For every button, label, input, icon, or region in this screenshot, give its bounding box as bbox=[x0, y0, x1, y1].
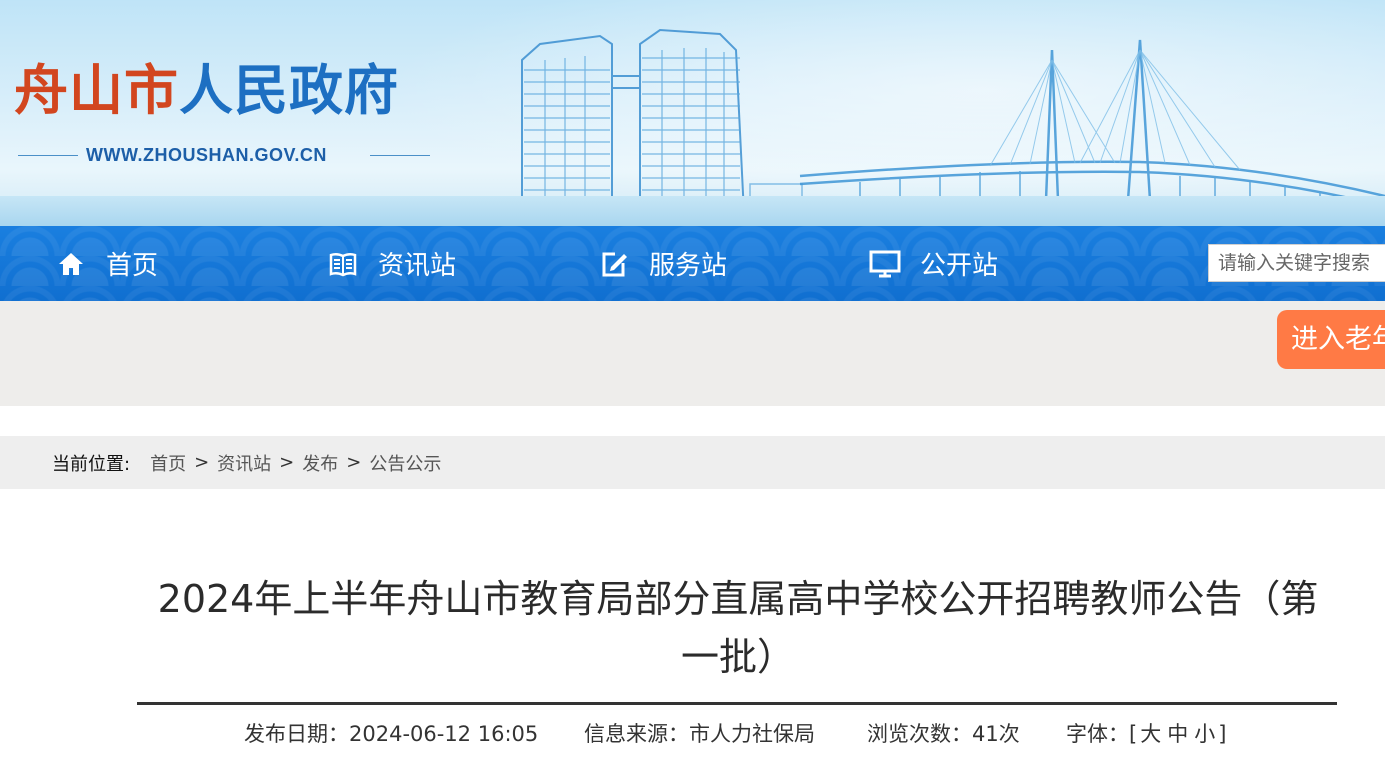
elder-mode-button[interactable]: 进入老年 bbox=[1277, 310, 1385, 369]
search-input[interactable] bbox=[1208, 244, 1385, 282]
nav-label-public: 公开站 bbox=[920, 251, 999, 281]
breadcrumb-label: 当前位置: bbox=[52, 453, 131, 475]
title-divider bbox=[137, 702, 1337, 705]
info-source: 信息来源：市人力社保局 bbox=[584, 718, 815, 748]
publish-date-value: 2024-06-12 16:05 bbox=[349, 722, 539, 746]
font-size-control: 字体：[大中小] bbox=[1066, 718, 1226, 748]
nav-item-home[interactable]: 首页 bbox=[54, 226, 158, 301]
monitor-icon bbox=[868, 247, 902, 281]
font-bracket-open: [ bbox=[1129, 722, 1138, 746]
view-count: 浏览次数：41次 bbox=[867, 718, 1020, 748]
font-small-button[interactable]: 小 bbox=[1194, 722, 1215, 746]
nav-label-news: 资讯站 bbox=[378, 251, 457, 281]
site-title: 舟山市人民政府 bbox=[14, 64, 399, 118]
font-size-label: 字体： bbox=[1066, 722, 1129, 746]
breadcrumb-announcements[interactable]: 公告公示 bbox=[369, 450, 441, 476]
publish-date-label: 发布日期： bbox=[244, 722, 349, 746]
banner-water bbox=[0, 196, 1385, 226]
breadcrumb-home[interactable]: 首页 bbox=[150, 450, 186, 476]
nav-item-service[interactable]: 服务站 bbox=[597, 226, 727, 301]
nav-label-home: 首页 bbox=[106, 251, 159, 281]
font-bracket-close: ] bbox=[1218, 722, 1227, 746]
source-value: 市人力社保局 bbox=[689, 722, 815, 746]
font-large-button[interactable]: 大 bbox=[1140, 722, 1161, 746]
breadcrumb-separator: > bbox=[279, 452, 295, 473]
site-title-red: 舟山市 bbox=[14, 59, 179, 122]
breadcrumb-publish[interactable]: 发布 bbox=[302, 450, 338, 476]
site-url: WWW.ZHOUSHAN.GOV.CN bbox=[86, 145, 327, 165]
breadcrumb-news[interactable]: 资讯站 bbox=[217, 450, 271, 476]
home-icon bbox=[54, 247, 88, 281]
article-meta: 发布日期：2024-06-12 16:05 信息来源：市人力社保局 浏览次数：4… bbox=[0, 718, 1385, 754]
breadcrumb: 当前位置: 首页 > 资讯站 > 发布 > 公告公示 bbox=[0, 436, 1385, 489]
main-nav: 首页 资讯站 服务站 公开站 bbox=[0, 226, 1385, 301]
breadcrumb-separator: > bbox=[194, 452, 210, 473]
breadcrumb-separator: > bbox=[346, 452, 362, 473]
publish-date: 发布日期：2024-06-12 16:05 bbox=[244, 718, 538, 748]
notice-band bbox=[0, 301, 1385, 406]
site-title-blue: 人民政府 bbox=[179, 59, 399, 122]
edit-icon bbox=[597, 247, 631, 281]
nav-label-service: 服务站 bbox=[649, 251, 728, 281]
source-label: 信息来源： bbox=[584, 722, 689, 746]
nav-item-news[interactable]: 资讯站 bbox=[326, 226, 456, 301]
font-medium-button[interactable]: 中 bbox=[1167, 722, 1188, 746]
nav-item-public[interactable]: 公开站 bbox=[868, 226, 998, 301]
header-banner: 舟山市人民政府 WWW.ZHOUSHAN.GOV.CN bbox=[0, 0, 1385, 226]
book-icon bbox=[326, 247, 360, 281]
views-value: 41次 bbox=[972, 722, 1020, 746]
article-title: 2024年上半年舟山市教育局部分直属高中学校公开招聘教师公告（第一批） bbox=[157, 577, 1319, 679]
views-label: 浏览次数： bbox=[867, 722, 972, 746]
